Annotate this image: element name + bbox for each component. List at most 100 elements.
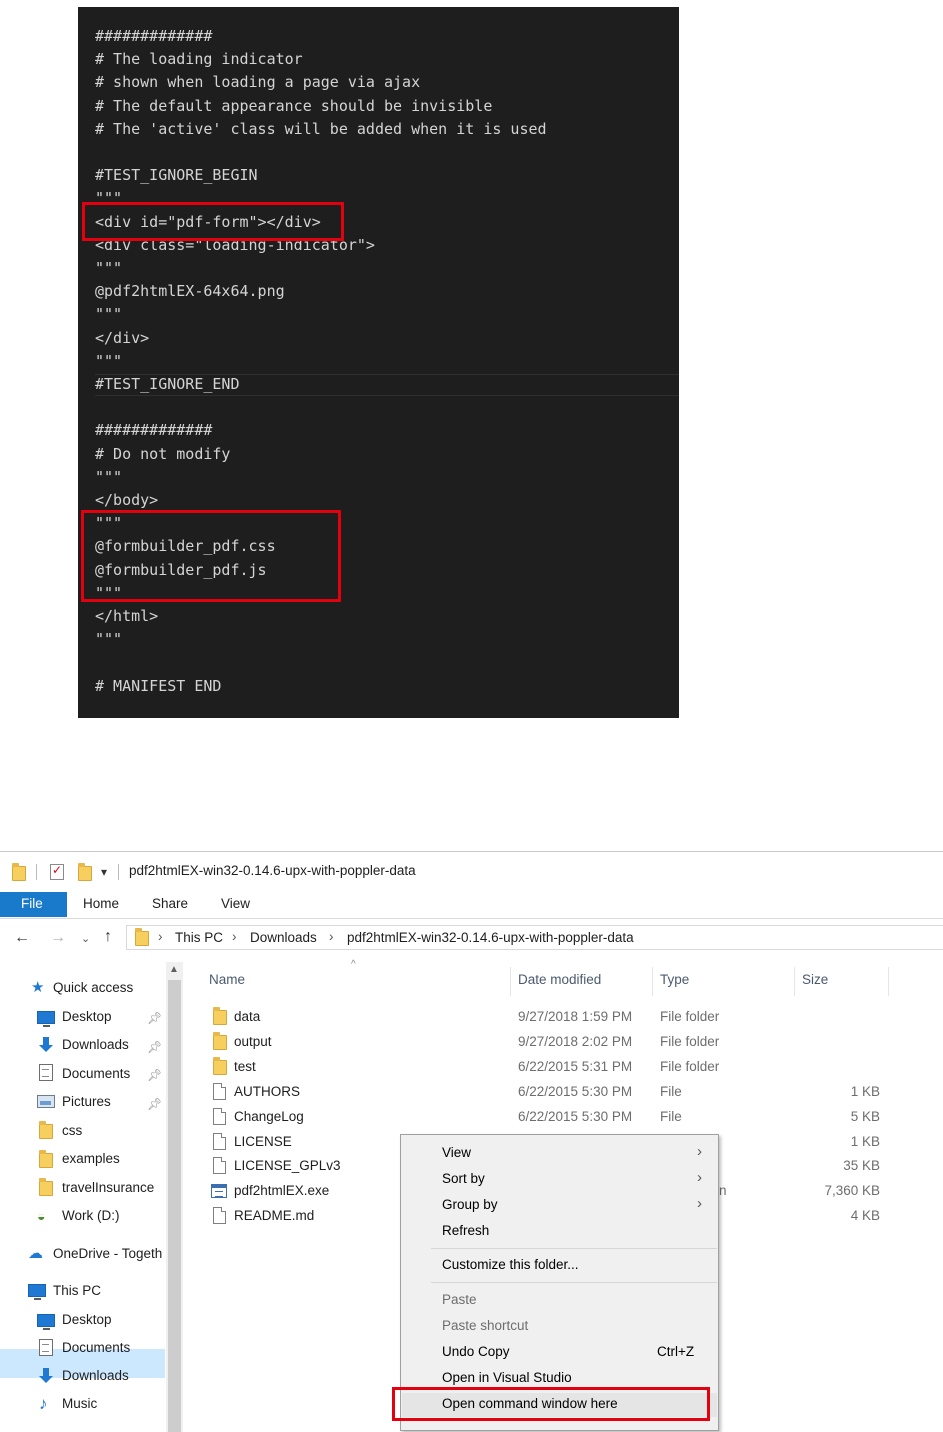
file-date: 9/27/2018 2:02 PM bbox=[518, 1033, 633, 1049]
tab-view[interactable]: View bbox=[221, 896, 250, 911]
menu-item-undo-copy[interactable]: Undo Copy bbox=[442, 1344, 510, 1359]
highlight-box-formbuilder bbox=[81, 510, 341, 602]
file-type: File bbox=[660, 1108, 682, 1124]
sort-indicator-icon: ^ bbox=[351, 959, 356, 970]
address-folder-icon bbox=[135, 928, 149, 946]
pin-icon[interactable]: 📌︎ bbox=[147, 1040, 162, 1054]
file-name: LICENSE_GPLv3 bbox=[234, 1158, 341, 1174]
back-arrow-icon[interactable]: ← bbox=[14, 929, 30, 947]
nav-item-documents[interactable]: Documents bbox=[62, 1066, 130, 1081]
exe-icon bbox=[211, 1184, 227, 1199]
tab-file[interactable]: File bbox=[0, 892, 67, 917]
nav-quick-access[interactable]: Quick access bbox=[53, 980, 133, 995]
table-row[interactable]: AUTHORS 6/22/2015 5:30 PM File 1 KB bbox=[200, 1082, 900, 1104]
recent-locations-chevron-icon[interactable]: ⌄ bbox=[81, 932, 90, 945]
folder-icon bbox=[39, 1150, 53, 1168]
file-size: 7,360 KB bbox=[824, 1183, 880, 1199]
code-line: """ bbox=[95, 351, 123, 370]
file-name: ChangeLog bbox=[234, 1108, 304, 1124]
file-size: 4 KB bbox=[850, 1208, 880, 1224]
forward-arrow-icon[interactable]: → bbox=[50, 929, 66, 947]
file-icon bbox=[213, 1132, 226, 1150]
column-separator[interactable] bbox=[510, 967, 511, 996]
menu-item-paste-shortcut[interactable]: Paste shortcut bbox=[442, 1318, 528, 1333]
desktop-icon bbox=[37, 1314, 55, 1330]
submenu-chevron-icon: › bbox=[697, 1169, 702, 1186]
table-row[interactable]: ChangeLog 6/22/2015 5:30 PM File 5 KB bbox=[200, 1107, 900, 1129]
menu-item-sort-by[interactable]: Sort by bbox=[442, 1171, 485, 1186]
nav-pc-music[interactable]: Music bbox=[62, 1396, 97, 1411]
up-arrow-icon[interactable]: ↑ bbox=[104, 928, 112, 946]
nav-item-pictures[interactable]: Pictures bbox=[62, 1094, 111, 1109]
scroll-up-icon[interactable]: ▲ bbox=[169, 964, 179, 975]
file-size: 1 KB bbox=[850, 1133, 880, 1149]
nav-item-examples[interactable]: examples bbox=[62, 1151, 120, 1166]
submenu-chevron-icon: › bbox=[697, 1143, 702, 1160]
onedrive-cloud-icon: ☁ bbox=[28, 1245, 43, 1262]
file-type: n bbox=[719, 1183, 727, 1199]
tab-home[interactable]: Home bbox=[83, 896, 119, 911]
file-name: AUTHORS bbox=[234, 1083, 301, 1099]
file-date: 6/22/2015 5:30 PM bbox=[518, 1083, 633, 1099]
column-header-date[interactable]: Date modified bbox=[518, 972, 601, 987]
title-divider bbox=[118, 864, 119, 880]
breadcrumb-downloads[interactable]: Downloads bbox=[250, 930, 317, 945]
nav-item-css[interactable]: css bbox=[62, 1123, 82, 1138]
pin-icon[interactable]: 📌︎ bbox=[147, 1068, 162, 1082]
table-row[interactable]: output 9/27/2018 2:02 PM File folder bbox=[200, 1031, 900, 1054]
nav-this-pc[interactable]: This PC bbox=[53, 1283, 101, 1298]
column-header-size[interactable]: Size bbox=[802, 972, 828, 987]
nav-pc-documents[interactable]: Documents bbox=[62, 1340, 130, 1355]
music-note-icon: ♪ bbox=[39, 1394, 48, 1413]
column-separator[interactable] bbox=[794, 967, 795, 996]
menu-item-refresh[interactable]: Refresh bbox=[442, 1223, 489, 1238]
table-row[interactable]: test 6/22/2015 5:31 PM File folder bbox=[200, 1056, 900, 1079]
column-separator[interactable] bbox=[888, 967, 889, 996]
code-line: </div> bbox=[95, 328, 150, 347]
file-icon bbox=[213, 1082, 226, 1100]
column-separator[interactable] bbox=[652, 967, 653, 996]
folder-icon bbox=[39, 1178, 53, 1196]
file-name: data bbox=[234, 1009, 261, 1024]
pin-icon[interactable]: 📌︎ bbox=[147, 1011, 162, 1025]
column-header-type[interactable]: Type bbox=[660, 972, 689, 987]
column-header-name[interactable]: Name bbox=[209, 972, 245, 987]
nav-item-work-drive[interactable]: Work (D:) bbox=[62, 1208, 120, 1223]
documents-icon bbox=[39, 1339, 53, 1356]
file-name: test bbox=[234, 1058, 256, 1074]
new-folder-icon[interactable] bbox=[78, 863, 92, 881]
nav-scrollbar-thumb[interactable] bbox=[168, 980, 181, 1432]
nav-pc-downloads[interactable]: Downloads bbox=[62, 1368, 129, 1383]
menu-item-paste[interactable]: Paste bbox=[442, 1292, 477, 1307]
nav-item-downloads[interactable]: Downloads bbox=[62, 1037, 129, 1052]
nav-pc-desktop[interactable]: Desktop bbox=[62, 1312, 112, 1327]
address-bar[interactable]: › This PC › Downloads › pdf2htmlEX-win32… bbox=[126, 925, 943, 950]
code-line: @pdf2htmlEX-64x64.png bbox=[95, 282, 285, 301]
breadcrumb-chevron-icon[interactable]: › bbox=[158, 929, 163, 944]
tab-share[interactable]: Share bbox=[152, 896, 188, 911]
menu-item-customize-folder[interactable]: Customize this folder... bbox=[442, 1257, 579, 1272]
window-title: pdf2htmlEX-win32-0.14.6-upx-with-poppler… bbox=[129, 863, 416, 878]
code-line: # shown when loading a page via ajax bbox=[95, 73, 421, 92]
nav-item-travelinsurance[interactable]: travelInsurance bbox=[62, 1180, 154, 1195]
downloads-arrow-icon bbox=[39, 1368, 53, 1383]
qat-dropdown-icon[interactable]: ▾ bbox=[101, 865, 107, 879]
menu-item-open-visual-studio[interactable]: Open in Visual Studio bbox=[442, 1370, 572, 1385]
nav-scrollbar[interactable]: ▲ bbox=[166, 962, 183, 1432]
properties-check-icon[interactable]: ✓ bbox=[50, 863, 64, 880]
menu-item-view[interactable]: View bbox=[442, 1145, 471, 1160]
breadcrumb-this-pc[interactable]: This PC bbox=[175, 930, 223, 945]
breadcrumb-current-folder[interactable]: pdf2htmlEX-win32-0.14.6-upx-with-poppler… bbox=[347, 930, 634, 945]
menu-item-group-by[interactable]: Group by bbox=[442, 1197, 498, 1212]
folder-icon bbox=[39, 1121, 53, 1139]
nav-item-desktop[interactable]: Desktop bbox=[62, 1009, 112, 1024]
nav-onedrive[interactable]: OneDrive - Togeth bbox=[53, 1246, 162, 1261]
file-icon bbox=[213, 1207, 226, 1225]
pin-icon[interactable]: 📌︎ bbox=[147, 1097, 162, 1111]
highlight-box-pdf-form bbox=[82, 202, 344, 241]
menu-separator bbox=[431, 1248, 717, 1249]
breadcrumb-chevron-icon[interactable]: › bbox=[232, 929, 237, 944]
table-row[interactable]: data 9/27/2018 1:59 PM File folder bbox=[200, 1007, 900, 1029]
breadcrumb-chevron-icon[interactable]: › bbox=[329, 929, 334, 944]
code-line: ############# bbox=[95, 27, 213, 45]
